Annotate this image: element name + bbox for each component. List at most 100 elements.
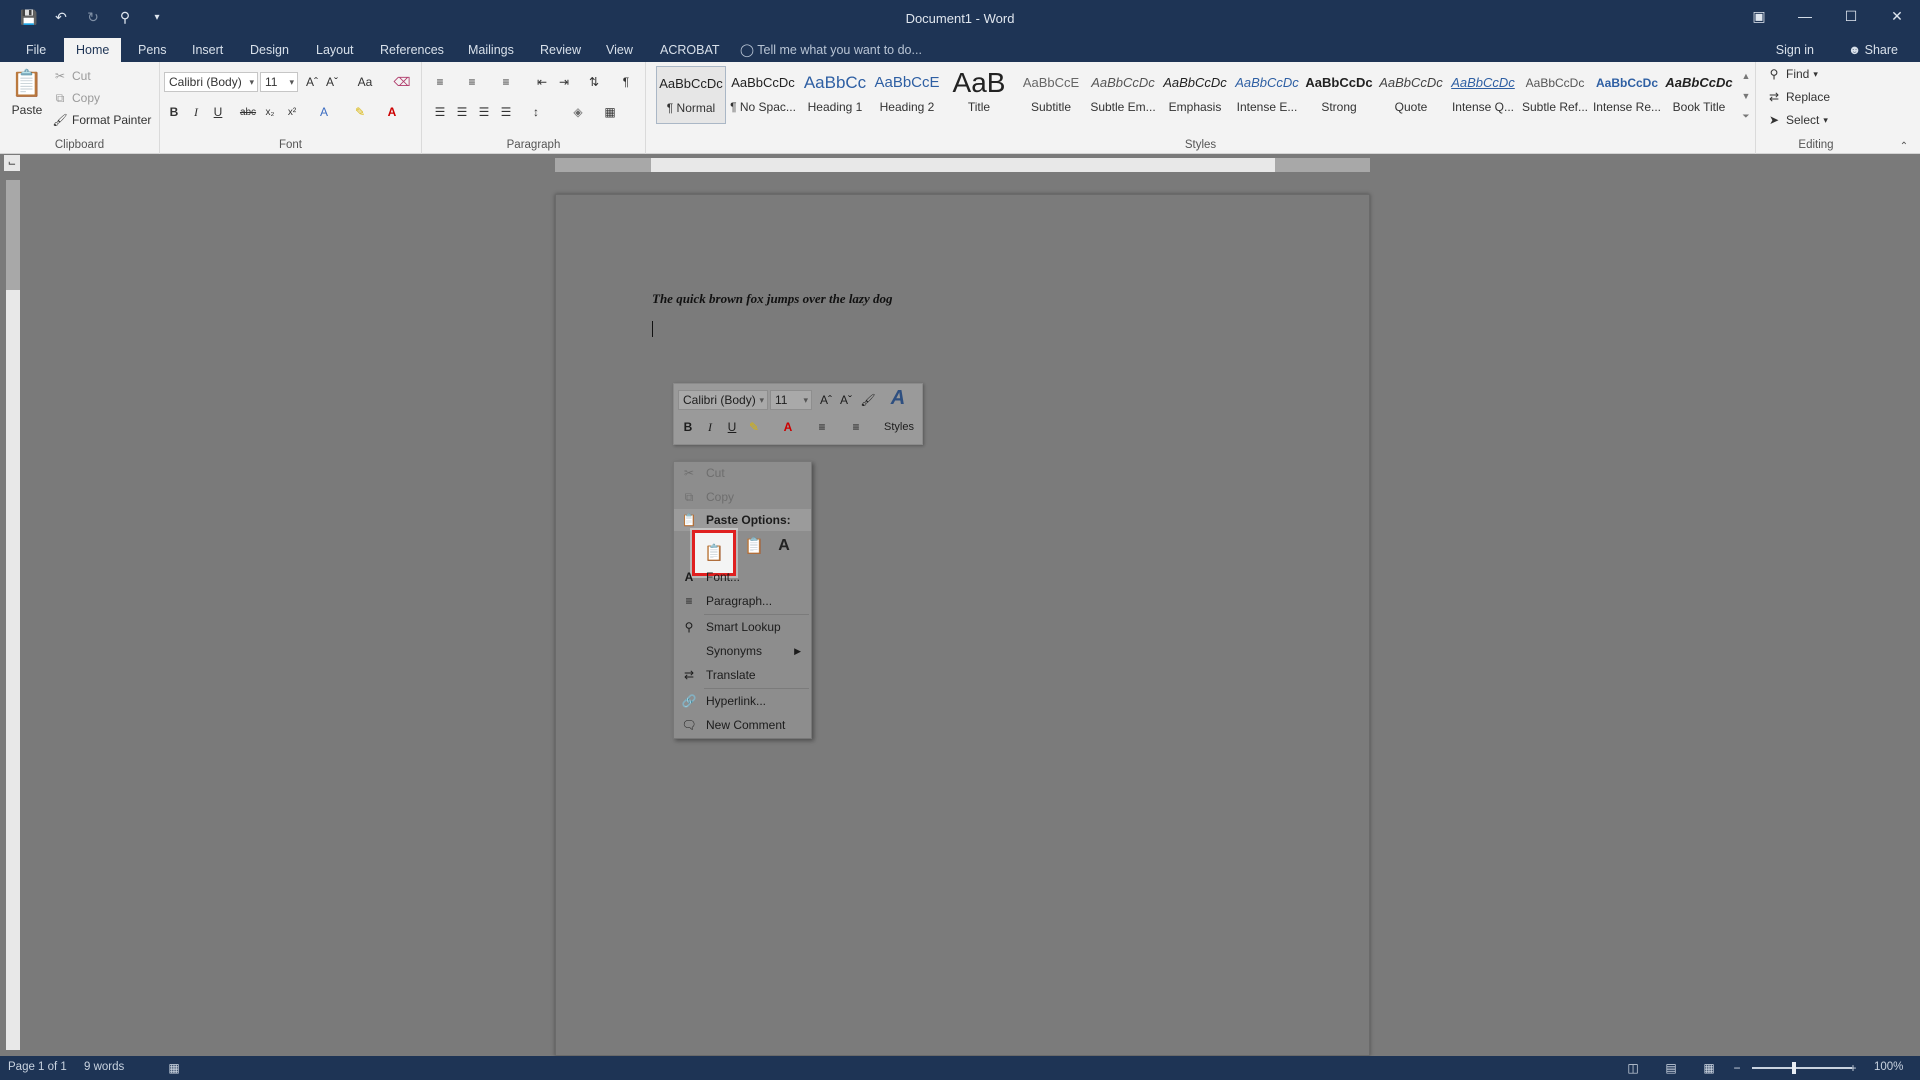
maximize-icon[interactable]: ☐ bbox=[1828, 0, 1874, 32]
tab-file[interactable]: File bbox=[14, 38, 58, 62]
ribbon-display-options-icon[interactable]: ▣ bbox=[1736, 0, 1782, 32]
mini-numbering-icon[interactable]: ≡ bbox=[846, 417, 866, 437]
copy-button[interactable]: ⧉ Copy bbox=[52, 90, 100, 106]
cut-button[interactable]: ✂ Cut bbox=[52, 68, 91, 84]
mini-underline-button[interactable]: U bbox=[722, 417, 742, 437]
zoom-slider[interactable] bbox=[1752, 1067, 1852, 1069]
menu-item-new-comment[interactable]: 🗨 New Comment bbox=[674, 714, 811, 736]
zoom-slider-thumb[interactable] bbox=[1792, 1062, 1796, 1074]
find-button[interactable]: ⚲ Find ▾ bbox=[1766, 66, 1818, 82]
line-spacing-icon[interactable]: ↕ bbox=[526, 102, 546, 122]
paste-keep-text-only-button[interactable]: A bbox=[770, 532, 798, 560]
mini-format-painter-icon[interactable]: 🖌 bbox=[858, 390, 878, 410]
tab-layout[interactable]: Layout bbox=[304, 38, 366, 62]
menu-item-font[interactable]: A Font... bbox=[674, 566, 811, 588]
shrink-font-button[interactable]: Aˇ bbox=[322, 72, 342, 92]
underline-button[interactable]: U bbox=[208, 102, 228, 122]
mini-italic-button[interactable]: I bbox=[700, 417, 720, 437]
proofing-icon[interactable]: ▦ bbox=[165, 1059, 183, 1077]
style-subtle-emphasis[interactable]: AaBbCcDc Subtle Em... bbox=[1088, 66, 1158, 124]
strikethrough-button[interactable]: abc bbox=[238, 102, 258, 122]
read-mode-icon[interactable]: ◫ bbox=[1624, 1059, 1642, 1077]
shading-icon[interactable]: ◈ bbox=[568, 102, 588, 122]
minimize-icon[interactable]: — bbox=[1782, 0, 1828, 32]
undo-icon[interactable]: ↶ bbox=[50, 6, 72, 28]
mini-font-name-combo[interactable]: Calibri (Body) ▾ bbox=[678, 390, 768, 410]
mini-highlight-icon[interactable]: ✎ bbox=[744, 417, 764, 437]
menu-item-smart-lookup[interactable]: ⚲ Smart Lookup bbox=[674, 616, 811, 638]
redo-icon[interactable]: ↻ bbox=[82, 6, 104, 28]
grow-font-button[interactable]: Aˆ bbox=[302, 72, 322, 92]
style-heading-1[interactable]: AaBbCc Heading 1 bbox=[800, 66, 870, 124]
style-intense-quote[interactable]: AaBbCcDc Intense Q... bbox=[1448, 66, 1518, 124]
style-intense-emphasis[interactable]: AaBbCcDc Intense E... bbox=[1232, 66, 1302, 124]
style-book-title[interactable]: AaBbCcDc Book Title bbox=[1664, 66, 1734, 124]
tab-selector-icon[interactable]: ⌙ bbox=[4, 155, 20, 171]
superscript-button[interactable]: x² bbox=[282, 102, 302, 122]
close-icon[interactable]: ✕ bbox=[1874, 0, 1920, 32]
tab-home[interactable]: Home bbox=[64, 38, 122, 62]
multilevel-list-icon[interactable]: ≡ bbox=[496, 72, 516, 92]
justify-icon[interactable]: ☰ bbox=[496, 102, 516, 122]
zoom-in-icon[interactable]: + bbox=[1844, 1059, 1862, 1077]
mini-bold-button[interactable]: B bbox=[678, 417, 698, 437]
format-painter-button[interactable]: 🖌 Format Painter bbox=[52, 112, 151, 128]
style-subtitle[interactable]: AaBbCcE Subtitle bbox=[1016, 66, 1086, 124]
align-left-icon[interactable]: ☰ bbox=[430, 102, 450, 122]
italic-button[interactable]: I bbox=[186, 102, 206, 122]
sort-icon[interactable]: ⇅ bbox=[584, 72, 604, 92]
web-layout-icon[interactable]: ▦ bbox=[1700, 1059, 1718, 1077]
style-quote[interactable]: AaBbCcDc Quote bbox=[1376, 66, 1446, 124]
tab-review[interactable]: Review bbox=[528, 38, 593, 62]
styles-more-icon[interactable]: ⏷ bbox=[1736, 106, 1756, 126]
save-icon[interactable]: 💾 bbox=[18, 6, 40, 28]
mini-grow-font-button[interactable]: Aˆ bbox=[816, 390, 836, 410]
print-layout-icon[interactable]: ▤ bbox=[1662, 1059, 1680, 1077]
replace-button[interactable]: ⇄ Replace bbox=[1766, 89, 1830, 105]
font-name-combo[interactable]: Calibri (Body) ▾ bbox=[164, 72, 258, 92]
tab-view[interactable]: View bbox=[594, 38, 645, 62]
increase-indent-icon[interactable]: ⇥ bbox=[554, 72, 574, 92]
styles-scroll-up-icon[interactable]: ▲ bbox=[1736, 66, 1756, 86]
mini-font-size-combo[interactable]: 11 ▾ bbox=[770, 390, 812, 410]
subscript-button[interactable]: x₂ bbox=[260, 102, 280, 122]
menu-item-cut[interactable]: ✂ Cut bbox=[674, 462, 811, 484]
styles-scroll-down-icon[interactable]: ▼ bbox=[1736, 86, 1756, 106]
align-center-icon[interactable]: ☰ bbox=[452, 102, 472, 122]
tab-references[interactable]: References bbox=[368, 38, 456, 62]
mini-styles-label[interactable]: Styles bbox=[884, 421, 914, 433]
mini-shrink-font-button[interactable]: Aˇ bbox=[836, 390, 856, 410]
mini-font-color-icon[interactable]: A bbox=[778, 417, 798, 437]
tab-acrobat[interactable]: ACROBAT bbox=[648, 38, 732, 62]
tab-pens[interactable]: Pens bbox=[126, 38, 179, 62]
page-count[interactable]: Page 1 of 1 bbox=[8, 1061, 67, 1073]
tell-me-box[interactable]: ◯ Tell me what you want to do... bbox=[740, 38, 922, 62]
tab-design[interactable]: Design bbox=[238, 38, 301, 62]
zoom-out-icon[interactable]: − bbox=[1728, 1059, 1746, 1077]
zoom-level[interactable]: 100% bbox=[1874, 1061, 1903, 1073]
paste-merge-formatting-button[interactable]: 📋 bbox=[740, 532, 768, 560]
collapse-ribbon-icon[interactable]: ⌃ bbox=[1894, 136, 1914, 156]
style-normal[interactable]: AaBbCcDc ¶ Normal bbox=[656, 66, 726, 124]
menu-item-paragraph[interactable]: ≡ Paragraph... bbox=[674, 590, 811, 612]
decrease-indent-icon[interactable]: ⇤ bbox=[532, 72, 552, 92]
style-strong[interactable]: AaBbCcDc Strong bbox=[1304, 66, 1374, 124]
align-right-icon[interactable]: ☰ bbox=[474, 102, 494, 122]
menu-item-copy[interactable]: ⧉ Copy bbox=[674, 486, 811, 508]
pilcrow-icon[interactable]: ¶ bbox=[616, 72, 636, 92]
paste-button[interactable]: 📋 Paste bbox=[10, 68, 44, 117]
clear-formatting-icon[interactable]: ⌫ bbox=[392, 72, 412, 92]
style-intense-reference[interactable]: AaBbCcDc Intense Re... bbox=[1592, 66, 1662, 124]
text-effects-icon[interactable]: A bbox=[314, 102, 334, 122]
style-emphasis[interactable]: AaBbCcDc Emphasis bbox=[1160, 66, 1230, 124]
styles-icon[interactable]: A bbox=[888, 387, 908, 409]
highlight-icon[interactable]: ✎ bbox=[350, 102, 370, 122]
sign-in-link[interactable]: Sign in bbox=[1776, 38, 1814, 62]
style-heading-2[interactable]: AaBbCcE Heading 2 bbox=[872, 66, 942, 124]
menu-item-synonyms[interactable]: Synonyms ▶ bbox=[674, 640, 811, 662]
menu-item-translate[interactable]: ⇄ Translate bbox=[674, 664, 811, 686]
touch-mode-icon[interactable]: ⚲ bbox=[114, 6, 136, 28]
style-title[interactable]: AaB Title bbox=[944, 66, 1014, 124]
borders-icon[interactable]: ▦ bbox=[600, 102, 620, 122]
word-count[interactable]: 9 words bbox=[84, 1061, 124, 1073]
